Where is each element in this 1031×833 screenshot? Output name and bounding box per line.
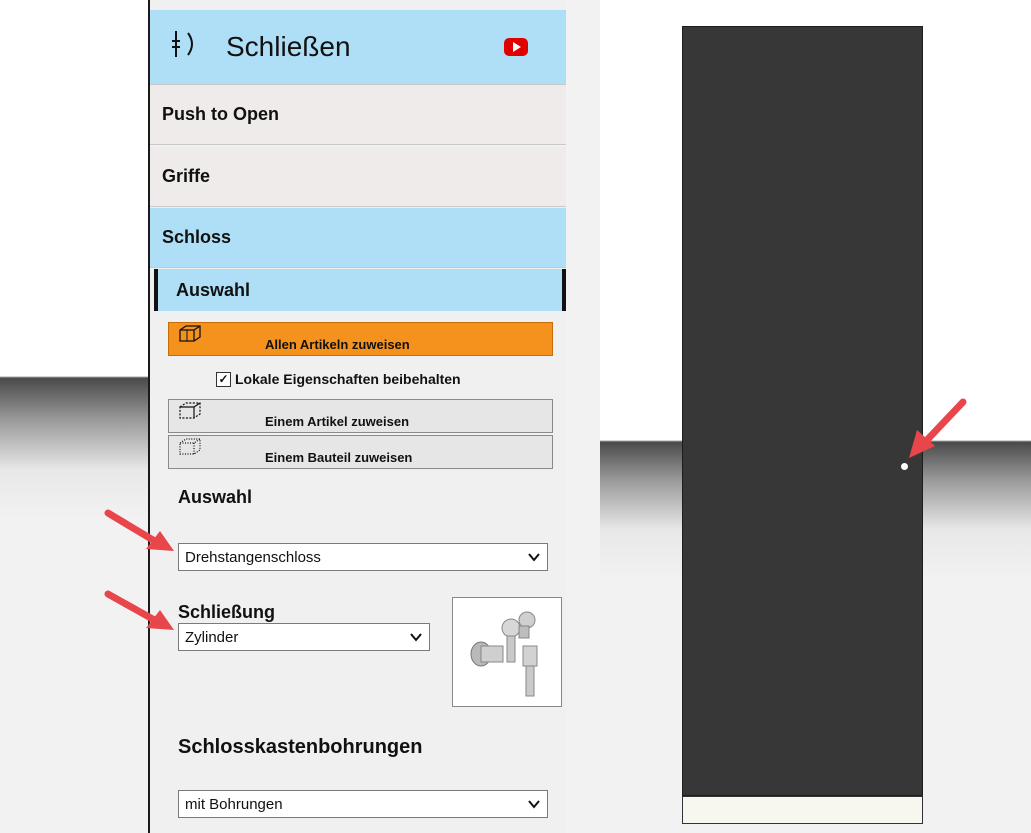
accordion-schloss[interactable]: Schloss xyxy=(150,208,566,268)
lock-position-marker xyxy=(901,463,908,470)
button-label: Einem Bauteil zuweisen xyxy=(265,450,413,465)
chevron-down-icon xyxy=(527,550,541,564)
youtube-icon[interactable] xyxy=(504,38,528,56)
accordion-label: Griffe xyxy=(162,166,211,186)
keep-local-properties-checkbox[interactable]: ✓ Lokale Eigenschaften beibehalten xyxy=(216,371,461,387)
assign-all-articles-button[interactable]: Allen Artikeln zuweisen xyxy=(168,322,553,356)
accordion-push-to-open[interactable]: Push to Open xyxy=(150,85,566,145)
subsection-title: Auswahl xyxy=(176,279,251,300)
assign-one-part-button[interactable]: Einem Bauteil zuweisen xyxy=(168,435,553,469)
holes-label: Schlosskastenbohrungen xyxy=(178,736,423,758)
properties-panel: Schließen Push to Open Griffe Schloss Au… xyxy=(148,0,566,833)
pipe-bracket-icon xyxy=(168,28,208,67)
cube-dashed-icon xyxy=(177,402,203,420)
checkbox-box[interactable]: ✓ xyxy=(216,371,231,387)
accordion-label: Push to Open xyxy=(162,104,279,124)
button-label: Einem Artikel zuweisen xyxy=(265,414,410,429)
selection-label: Auswahl xyxy=(178,487,253,507)
cylinder-lock-keys-icon xyxy=(452,597,562,707)
selection-dropdown[interactable]: Drehstangenschloss xyxy=(178,543,548,571)
locking-dropdown[interactable]: Zylinder xyxy=(178,623,430,651)
left-background xyxy=(0,0,148,833)
accordion-label: Schloss xyxy=(162,227,232,247)
checkbox-label: Lokale Eigenschaften beibehalten xyxy=(235,371,461,387)
cube-dotted-icon xyxy=(177,438,203,456)
chevron-down-icon xyxy=(527,797,541,811)
arrow-annotation-icon xyxy=(104,590,174,630)
dropdown-value: mit Bohrungen xyxy=(185,795,283,813)
assign-one-article-button[interactable]: Einem Artikel zuweisen xyxy=(168,399,553,433)
middle-gap xyxy=(566,0,600,833)
accordion-griffe[interactable]: Griffe xyxy=(150,147,566,207)
panel-header: Schließen xyxy=(150,10,566,85)
subsection-header[interactable]: Auswahl xyxy=(154,269,566,311)
cabinet-door-preview[interactable] xyxy=(682,26,923,796)
chevron-down-icon xyxy=(409,630,423,644)
panel-title: Schließen xyxy=(226,31,351,62)
arrow-annotation-icon xyxy=(104,509,174,551)
dropdown-value: Zylinder xyxy=(185,628,239,646)
button-label: Allen Artikeln zuweisen xyxy=(265,337,410,352)
arrow-annotation-icon xyxy=(909,398,967,458)
locking-label: Schließung xyxy=(178,602,276,622)
cabinet-base xyxy=(682,796,923,824)
top-strip xyxy=(150,0,566,10)
dropdown-value: Drehstangenschloss xyxy=(185,548,321,566)
cube-icon xyxy=(177,325,203,343)
holes-dropdown[interactable]: mit Bohrungen xyxy=(178,790,548,818)
